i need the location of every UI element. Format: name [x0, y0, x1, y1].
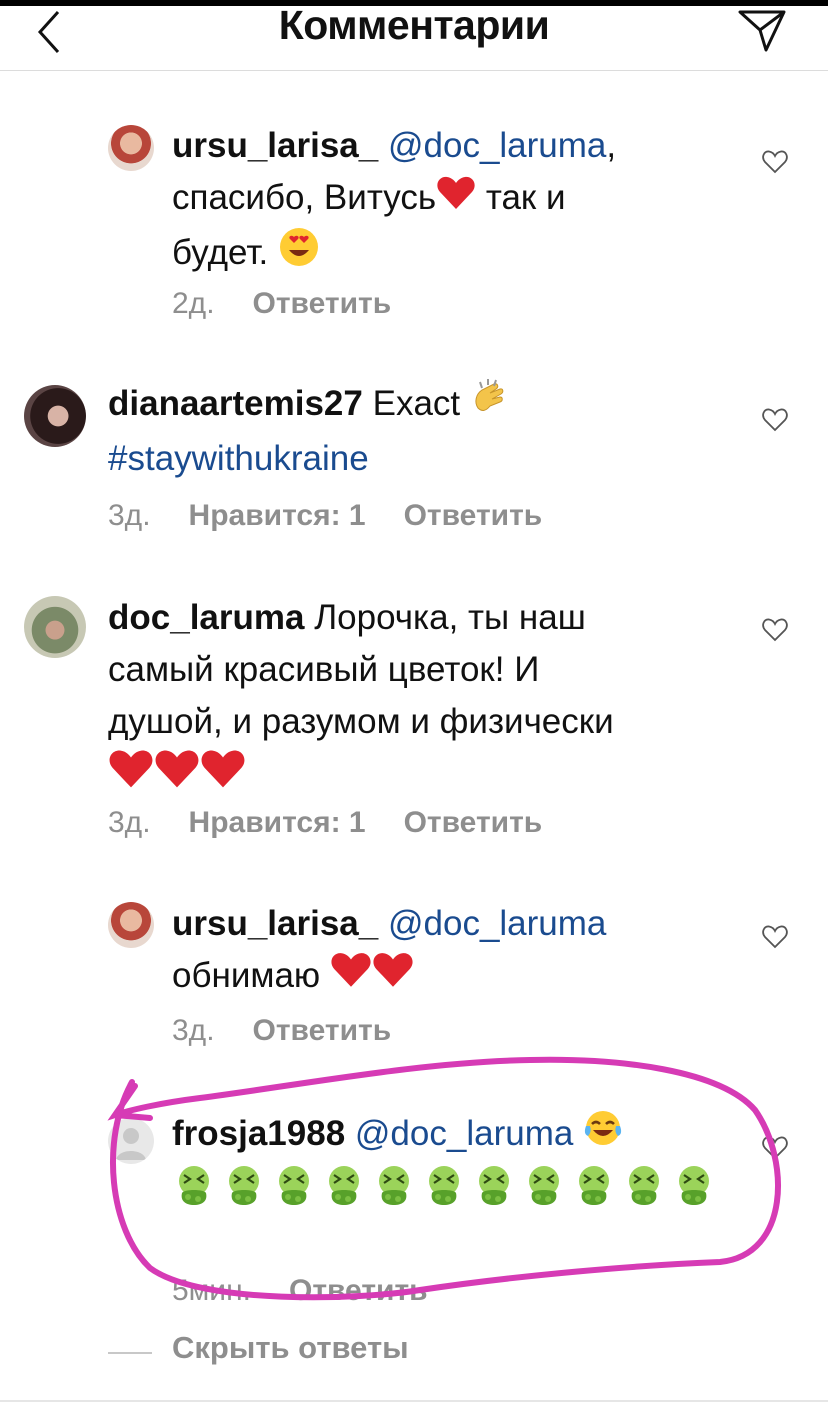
red-heart-icon [330, 951, 372, 1004]
hashtag-link[interactable]: #staywithukraine [108, 439, 369, 478]
clapping-hands-icon [470, 378, 510, 433]
comment-text: dianaartemis27 Exact #staywithukraine [108, 378, 728, 485]
red-heart-icon [436, 174, 476, 226]
likes-count[interactable]: Нравится: 1 [189, 499, 366, 532]
comment-meta: 3д. Ответить [172, 1014, 429, 1048]
timestamp: 3д. [108, 806, 151, 839]
comment-meta: 5мин. Ответить [172, 1274, 466, 1308]
tears-of-joy-emoji-icon [583, 1108, 623, 1163]
like-heart-icon[interactable] [762, 1136, 788, 1160]
vomiting-face-icon [572, 1163, 616, 1222]
red-heart-icon [108, 748, 154, 805]
comment-text: frosja1988 @doc_laruma [172, 1108, 732, 1222]
like-heart-icon[interactable] [762, 618, 788, 642]
timestamp: 3д. [108, 499, 151, 532]
vomiting-face-icon [672, 1163, 716, 1222]
username[interactable]: ursu_larisa_ [172, 904, 378, 943]
reply-button[interactable]: Ответить [253, 1014, 392, 1047]
reply-button[interactable]: Ответить [289, 1274, 428, 1307]
heart-eyes-emoji-icon [278, 226, 320, 283]
page-title: Комментарии [278, 2, 550, 48]
mention-link[interactable]: @doc_laruma [355, 1114, 573, 1153]
like-heart-icon[interactable] [762, 150, 788, 174]
comment-meta: 2д. Ответить [172, 287, 429, 321]
comment-meta: 3д. Нравится: 1 Ответить [108, 806, 580, 840]
avatar[interactable] [24, 596, 86, 658]
vomiting-face-icon [372, 1163, 416, 1222]
default-avatar-icon[interactable] [108, 1118, 154, 1164]
reply-button[interactable]: Ответить [253, 287, 392, 320]
username[interactable]: doc_laruma [108, 598, 304, 637]
vomiting-face-icon [622, 1163, 666, 1222]
red-heart-icon [372, 951, 414, 1004]
timestamp: 5мин. [172, 1274, 251, 1307]
reply-button[interactable]: Ответить [404, 499, 543, 532]
username[interactable]: ursu_larisa_ [172, 126, 378, 165]
vomiting-face-icon [522, 1163, 566, 1222]
vomiting-face-icon [272, 1163, 316, 1222]
mention-link[interactable]: @doc_laruma [388, 904, 606, 943]
vomiting-face-icon [222, 1163, 266, 1222]
timestamp: 2д. [172, 287, 215, 320]
comment-meta: 3д. Нравится: 1 Ответить [108, 499, 580, 533]
top-bar: Комментарии [0, 0, 828, 71]
avatar[interactable] [24, 385, 86, 447]
divider-line [108, 1352, 152, 1354]
vomiting-face-icon [422, 1163, 466, 1222]
avatar[interactable] [108, 902, 154, 948]
username[interactable]: dianaartemis27 [108, 384, 363, 423]
comment-text: doc_laruma Лорочка, ты наш самый красивы… [108, 592, 738, 805]
like-heart-icon[interactable] [762, 925, 788, 949]
timestamp: 3д. [172, 1014, 215, 1047]
red-heart-icon [154, 748, 200, 805]
bottom-divider [0, 1400, 828, 1402]
comment-text: ursu_larisa_ @doc_laruma обнимаю [172, 898, 732, 1004]
hide-replies-label: Скрыть ответы [172, 1330, 409, 1365]
avatar[interactable] [108, 125, 154, 171]
red-heart-icon [200, 748, 246, 805]
likes-count[interactable]: Нравится: 1 [189, 806, 366, 839]
username[interactable]: frosja1988 [172, 1114, 345, 1153]
mention-link[interactable]: @doc_laruma [388, 126, 606, 165]
vomiting-face-icon [172, 1163, 216, 1222]
like-heart-icon[interactable] [762, 408, 788, 432]
send-direct-icon[interactable] [736, 6, 788, 54]
vomiting-emoji-row [172, 1166, 722, 1210]
reply-button[interactable]: Ответить [404, 806, 543, 839]
comment-text: ursu_larisa_ @doc_laruma, спасибо, Витус… [172, 120, 712, 283]
vomiting-face-icon [472, 1163, 516, 1222]
vomiting-face-icon [322, 1163, 366, 1222]
